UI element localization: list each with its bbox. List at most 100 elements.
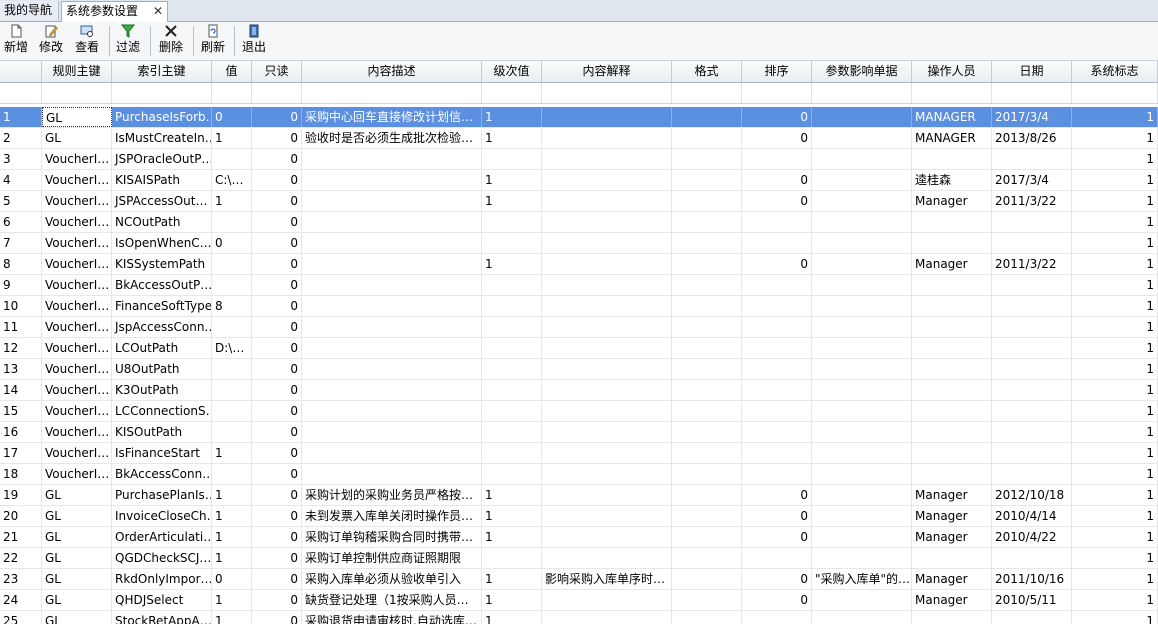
table-cell[interactable] <box>742 212 812 232</box>
table-cell[interactable] <box>742 443 812 463</box>
table-cell[interactable] <box>672 359 742 379</box>
table-cell[interactable]: BkAccessConn… <box>112 464 212 484</box>
row-indicator-header[interactable] <box>0 61 42 82</box>
table-cell[interactable]: 0 <box>742 191 812 211</box>
table-cell[interactable] <box>992 443 1072 463</box>
table-cell[interactable] <box>302 464 482 484</box>
table-row[interactable]: 3 VoucherI… JSPOracleOutP… 0 1 <box>0 149 1158 170</box>
table-cell[interactable] <box>212 212 252 232</box>
table-cell[interactable]: 验收时是否必须生成批次检验… <box>302 128 482 148</box>
table-cell[interactable] <box>482 296 542 316</box>
table-cell[interactable] <box>302 338 482 358</box>
table-cell[interactable]: 1 <box>1072 401 1158 421</box>
table-row[interactable]: 7 VoucherI… IsOpenWhenC… 0 0 1 <box>0 233 1158 254</box>
table-cell[interactable] <box>742 233 812 253</box>
row-number-cell[interactable]: 16 <box>0 422 42 442</box>
table-cell[interactable]: PurchasePlanIs… <box>112 485 212 505</box>
table-cell[interactable]: 1 <box>1072 233 1158 253</box>
table-cell[interactable] <box>482 212 542 232</box>
table-cell[interactable] <box>302 380 482 400</box>
table-cell[interactable]: 0 <box>252 149 302 169</box>
table-row[interactable]: 25 GL StockRetAppA… 1 0 采购退货申请审核时,自动选库… 1 1 <box>0 611 1158 624</box>
table-cell[interactable]: 0 <box>252 254 302 274</box>
table-cell[interactable] <box>912 422 992 442</box>
table-row[interactable]: 11 VoucherI… JspAccessConn… 0 1 <box>0 317 1158 338</box>
table-cell[interactable] <box>212 380 252 400</box>
table-cell[interactable]: 0 <box>252 338 302 358</box>
table-cell[interactable] <box>912 443 992 463</box>
table-cell[interactable]: 1 <box>1072 149 1158 169</box>
table-cell[interactable]: GL <box>42 548 112 568</box>
table-cell[interactable] <box>542 401 672 421</box>
row-number-cell[interactable]: 19 <box>0 485 42 505</box>
table-cell[interactable] <box>672 422 742 442</box>
table-cell[interactable] <box>542 233 672 253</box>
table-cell[interactable] <box>812 485 912 505</box>
table-cell[interactable] <box>302 317 482 337</box>
table-cell[interactable] <box>812 464 912 484</box>
table-cell[interactable] <box>742 380 812 400</box>
close-tab-icon[interactable]: ✕ <box>153 2 163 21</box>
table-cell[interactable]: 1 <box>1072 128 1158 148</box>
column-header[interactable]: 排序 <box>742 61 812 82</box>
table-cell[interactable]: 1 <box>1072 422 1158 442</box>
table-cell[interactable] <box>742 317 812 337</box>
table-cell[interactable]: JspAccessConn… <box>112 317 212 337</box>
table-cell[interactable] <box>992 548 1072 568</box>
table-cell[interactable]: 0 <box>252 380 302 400</box>
table-cell[interactable]: LCConnectionS… <box>112 401 212 421</box>
table-cell[interactable]: 1 <box>1072 548 1158 568</box>
table-cell[interactable]: 0 <box>252 569 302 589</box>
table-cell[interactable] <box>672 275 742 295</box>
table-cell[interactable]: GL <box>42 527 112 547</box>
table-cell[interactable]: Manager <box>912 569 992 589</box>
table-cell[interactable] <box>672 338 742 358</box>
filter-cell[interactable] <box>252 83 302 103</box>
table-cell[interactable]: 0 <box>252 275 302 295</box>
table-cell[interactable] <box>912 359 992 379</box>
table-cell[interactable]: 0 <box>252 485 302 505</box>
table-cell[interactable] <box>912 464 992 484</box>
table-cell[interactable]: U8OutPath <box>112 359 212 379</box>
table-cell[interactable] <box>742 401 812 421</box>
table-cell[interactable] <box>302 233 482 253</box>
table-cell[interactable] <box>482 359 542 379</box>
table-cell[interactable]: 2013/8/26 <box>992 128 1072 148</box>
table-cell[interactable] <box>302 359 482 379</box>
table-cell[interactable]: 2017/3/4 <box>992 107 1072 127</box>
table-cell[interactable]: 1 <box>482 569 542 589</box>
table-cell[interactable] <box>672 317 742 337</box>
table-cell[interactable]: 2010/5/11 <box>992 590 1072 610</box>
table-row[interactable]: 17 VoucherI… IsFinanceStart 1 0 1 <box>0 443 1158 464</box>
table-cell[interactable] <box>912 233 992 253</box>
table-cell[interactable]: 1 <box>212 590 252 610</box>
table-cell[interactable]: 采购中心回车直接修改计划信… <box>302 107 482 127</box>
table-cell[interactable] <box>912 296 992 316</box>
row-number-cell[interactable]: 17 <box>0 443 42 463</box>
table-cell[interactable] <box>812 401 912 421</box>
table-cell[interactable] <box>212 401 252 421</box>
table-cell[interactable] <box>812 128 912 148</box>
table-cell[interactable]: IsFinanceStart <box>112 443 212 463</box>
table-row[interactable]: 2 GL IsMustCreateIn… 1 0 验收时是否必须生成批次检验… 1 0 MANA… <box>0 128 1158 149</box>
column-header[interactable]: 日期 <box>992 61 1072 82</box>
table-cell[interactable]: GL <box>42 107 112 127</box>
table-cell[interactable]: 影响采购入库单序时… <box>542 569 672 589</box>
table-cell[interactable]: 0 <box>252 128 302 148</box>
table-cell[interactable] <box>812 359 912 379</box>
table-cell[interactable] <box>992 422 1072 442</box>
table-cell[interactable]: 1 <box>482 191 542 211</box>
row-number-cell[interactable]: 18 <box>0 464 42 484</box>
table-cell[interactable] <box>742 464 812 484</box>
row-number-cell[interactable]: 3 <box>0 149 42 169</box>
table-cell[interactable] <box>992 233 1072 253</box>
table-cell[interactable]: 0 <box>742 170 812 190</box>
row-number-cell[interactable]: 25 <box>0 611 42 624</box>
table-cell[interactable]: RkdOnlyImpor… <box>112 569 212 589</box>
filter-cell[interactable] <box>542 83 672 103</box>
table-cell[interactable]: 1 <box>1072 443 1158 463</box>
table-row[interactable]: 19 GL PurchasePlanIs… 1 0 采购计划的采购业务员严格按… 1 0 Man… <box>0 485 1158 506</box>
table-row[interactable]: 15 VoucherI… LCConnectionS… 0 1 <box>0 401 1158 422</box>
row-number-cell[interactable]: 14 <box>0 380 42 400</box>
tab-my-navigation[interactable]: 我的导航 <box>0 1 59 20</box>
